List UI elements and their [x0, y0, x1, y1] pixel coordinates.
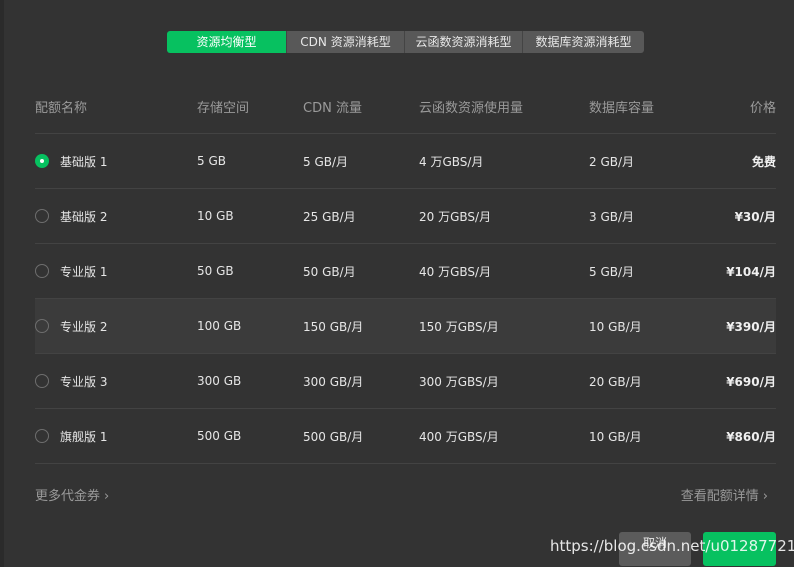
price-value: ¥104/月 — [726, 264, 776, 279]
plan-name: 专业版 2 — [60, 319, 108, 334]
storage-value: 100 GB — [197, 319, 242, 333]
cdn-value: 500 GB/月 — [303, 429, 364, 444]
function-value: 400 万GBS/月 — [419, 429, 499, 444]
price-value: ¥860/月 — [726, 429, 776, 444]
radio-button[interactable] — [35, 209, 49, 223]
table-header: 配额名称 存储空间 CDN 流量 云函数资源使用量 数据库容量 价格 — [35, 80, 776, 134]
plan-name-cell: 专业版 3 — [35, 354, 107, 408]
price-value: ¥690/月 — [726, 374, 776, 389]
storage-value: 500 GB — [197, 429, 242, 443]
header-price: 价格 — [749, 101, 776, 116]
more-vouchers-link[interactable]: 更多代金券 › — [35, 485, 109, 504]
storage-value: 50 GB — [197, 264, 234, 278]
table-row[interactable]: 专业版 2 100 GB 150 GB/月 150 万GBS/月 10 GB/月… — [35, 299, 776, 354]
radio-button[interactable] — [35, 374, 49, 388]
radio-button[interactable] — [35, 429, 49, 443]
more-vouchers-label: 更多代金券 — [35, 489, 101, 504]
database-value: 10 GB/月 — [589, 429, 642, 444]
table-row[interactable]: 基础版 1 5 GB 5 GB/月 4 万GBS/月 2 GB/月 免费 — [35, 134, 776, 189]
tab-database-heavy[interactable]: 数据库资源消耗型 — [522, 31, 644, 53]
dialog-left-edge — [0, 0, 4, 567]
plan-name-cell: 专业版 1 — [35, 244, 107, 298]
storage-value: 300 GB — [197, 374, 242, 388]
function-value: 40 万GBS/月 — [419, 264, 492, 279]
radio-button[interactable] — [35, 264, 49, 278]
quota-table: 配额名称 存储空间 CDN 流量 云函数资源使用量 数据库容量 价格 基础版 1… — [35, 80, 776, 464]
plan-name: 专业版 1 — [60, 264, 108, 279]
plan-name-cell: 旗舰版 1 — [35, 409, 107, 463]
header-function: 云函数资源使用量 — [419, 101, 524, 116]
database-value: 5 GB/月 — [589, 264, 635, 279]
tab-function-heavy[interactable]: 云函数资源消耗型 — [404, 31, 522, 53]
plan-name-cell: 基础版 1 — [35, 134, 107, 188]
tab-cdn-heavy[interactable]: CDN 资源消耗型 — [286, 31, 404, 53]
price-value: 免费 — [751, 154, 776, 169]
table-row[interactable]: 专业版 3 300 GB 300 GB/月 300 万GBS/月 20 GB/月… — [35, 354, 776, 409]
header-database: 数据库容量 — [589, 101, 655, 116]
price-value: ¥30/月 — [734, 209, 776, 224]
function-value: 300 万GBS/月 — [419, 374, 499, 389]
cdn-value: 300 GB/月 — [303, 374, 364, 389]
database-value: 3 GB/月 — [589, 209, 635, 224]
header-name: 配额名称 — [35, 101, 88, 116]
quota-details-label: 查看配额详情 — [680, 489, 759, 504]
header-storage: 存储空间 — [197, 101, 250, 116]
quota-details-link[interactable]: 查看配额详情 › — [681, 485, 768, 504]
plan-name: 基础版 2 — [60, 209, 108, 224]
database-value: 2 GB/月 — [589, 154, 635, 169]
plan-name: 专业版 3 — [60, 374, 108, 389]
tab-balanced[interactable]: 资源均衡型 — [167, 31, 286, 53]
radio-button[interactable] — [35, 319, 49, 333]
storage-value: 5 GB — [197, 154, 226, 168]
radio-button-selected[interactable] — [35, 154, 49, 168]
plan-name-cell: 基础版 2 — [35, 189, 107, 243]
chevron-right-icon: › — [762, 489, 768, 504]
header-cdn: CDN 流量 — [303, 101, 362, 116]
cdn-value: 25 GB/月 — [303, 209, 356, 224]
function-value: 4 万GBS/月 — [419, 154, 484, 169]
chevron-right-icon: › — [104, 489, 110, 504]
price-value: ¥390/月 — [726, 319, 776, 334]
database-value: 20 GB/月 — [589, 374, 642, 389]
cdn-value: 150 GB/月 — [303, 319, 364, 334]
plan-name: 基础版 1 — [60, 154, 108, 169]
database-value: 10 GB/月 — [589, 319, 642, 334]
table-row[interactable]: 基础版 2 10 GB 25 GB/月 20 万GBS/月 3 GB/月 ¥30… — [35, 189, 776, 244]
function-value: 20 万GBS/月 — [419, 209, 492, 224]
plan-name-cell: 专业版 2 — [35, 299, 107, 353]
plan-name: 旗舰版 1 — [60, 429, 108, 444]
plan-type-tabs: 资源均衡型 CDN 资源消耗型 云函数资源消耗型 数据库资源消耗型 — [167, 31, 644, 53]
table-row[interactable]: 专业版 1 50 GB 50 GB/月 40 万GBS/月 5 GB/月 ¥10… — [35, 244, 776, 299]
cdn-value: 50 GB/月 — [303, 264, 356, 279]
function-value: 150 万GBS/月 — [419, 319, 499, 334]
storage-value: 10 GB — [197, 209, 234, 223]
table-row[interactable]: 旗舰版 1 500 GB 500 GB/月 400 万GBS/月 10 GB/月… — [35, 409, 776, 464]
cdn-value: 5 GB/月 — [303, 154, 349, 169]
watermark-text: https://blog.csdn.net/u012877217 — [550, 537, 794, 555]
